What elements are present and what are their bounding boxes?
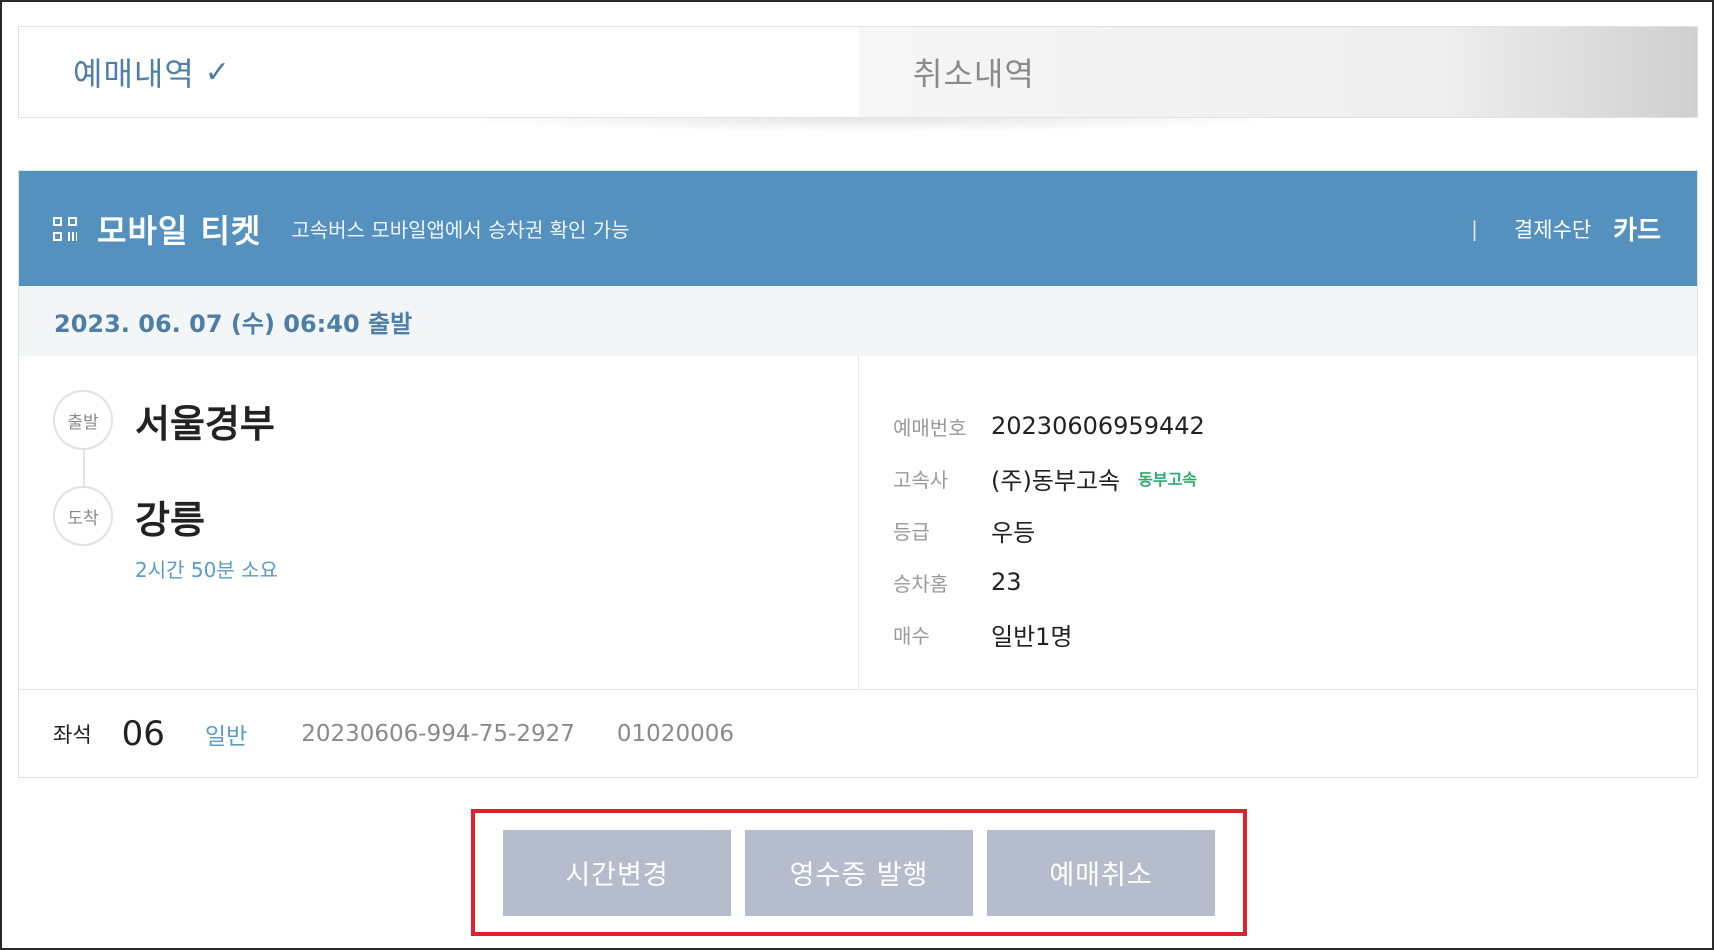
seat-ticket-code: 20230606-994-75-2927	[301, 721, 575, 747]
departure-terminal: 서울경부	[135, 401, 275, 446]
ticket-subtitle: 고속버스 모바일앱에서 승차권 확인 가능	[291, 218, 630, 242]
reservation-number-label: 예매번호	[893, 415, 967, 440]
cancel-reservation-button[interactable]: 예매취소	[987, 829, 1215, 916]
seat-row: 좌석 06 일반 20230606-994-75-2927 01020006	[19, 690, 1697, 778]
ticket-title: 모바일 티켓	[97, 211, 262, 250]
trip-duration: 2시간 50분 소요	[135, 558, 278, 582]
payment-method-label: 결제수단	[1513, 217, 1592, 242]
header-separator: |	[1471, 216, 1478, 241]
grade-label: 등급	[893, 519, 930, 544]
departure-datetime: 2023. 06. 07 (수) 06:40 출발	[19, 286, 1697, 356]
arrival-tag: 도착	[53, 486, 113, 546]
route-panel: 출발 서울경부 도착 강릉 2시간 50분 소요	[19, 356, 859, 689]
ticket-count-label: 매수	[893, 623, 930, 648]
info-row-company: 고속사 (주)동부고속 동부고속	[893, 452, 1697, 504]
tab-reservations[interactable]: 예매내역 ✓	[19, 27, 859, 117]
arrival-stop: 도착 강릉	[53, 486, 205, 546]
tab-cancellations-label: 취소내역	[913, 55, 1035, 93]
info-row-count: 매수 일반1명	[893, 608, 1697, 660]
ticket-header: 모바일 티켓 고속버스 모바일앱에서 승차권 확인 가능 | 결제수단 카드	[19, 171, 1697, 286]
seat-label: 좌석	[53, 723, 92, 747]
info-row-grade: 등급 우등	[893, 504, 1697, 556]
departure-tag: 출발	[53, 390, 113, 450]
payment-method-value: 카드	[1613, 216, 1661, 246]
route-connector	[83, 450, 85, 486]
departure-stop: 출발 서울경부	[53, 390, 275, 450]
company-label: 고속사	[893, 467, 949, 492]
tab-cancellations[interactable]: 취소내역	[859, 27, 1697, 117]
info-row-platform: 승차홈 23	[893, 556, 1697, 608]
seat-type: 일반	[204, 724, 248, 750]
company-value: (주)동부고속	[991, 466, 1121, 495]
ticket-count-value: 일반1명	[991, 622, 1073, 651]
ticket-info-panel: 예매번호 20230606959442 고속사 (주)동부고속 동부고속 등급 …	[859, 356, 1697, 689]
action-buttons-highlight: 시간변경 영수증 발행 예매취소	[471, 809, 1247, 936]
issue-receipt-button[interactable]: 영수증 발행	[745, 829, 973, 916]
ticket-body: 출발 서울경부 도착 강릉 2시간 50분 소요 예매번호 2023060695…	[19, 356, 1697, 690]
tab-reservations-label: 예매내역	[73, 55, 195, 93]
platform-value: 23	[991, 568, 1022, 596]
qr-code-icon	[53, 216, 77, 241]
grade-value: 우등	[991, 518, 1036, 547]
tab-bar: 예매내역 ✓ 취소내역	[18, 26, 1698, 118]
tab-shadow	[440, 118, 1300, 132]
info-row-reservation: 예매번호 20230606959442	[893, 400, 1697, 452]
seat-number: 06	[121, 714, 165, 754]
change-time-button[interactable]: 시간변경	[503, 829, 731, 916]
check-icon: ✓	[204, 54, 231, 90]
platform-label: 승차홈	[893, 571, 949, 596]
company-logo: 동부고속	[1138, 470, 1198, 489]
reservation-number-value: 20230606959442	[991, 412, 1205, 440]
arrival-terminal: 강릉	[135, 497, 205, 542]
ticket-card: 모바일 티켓 고속버스 모바일앱에서 승차권 확인 가능 | 결제수단 카드 2…	[18, 170, 1698, 778]
seat-serial-code: 01020006	[616, 721, 734, 747]
